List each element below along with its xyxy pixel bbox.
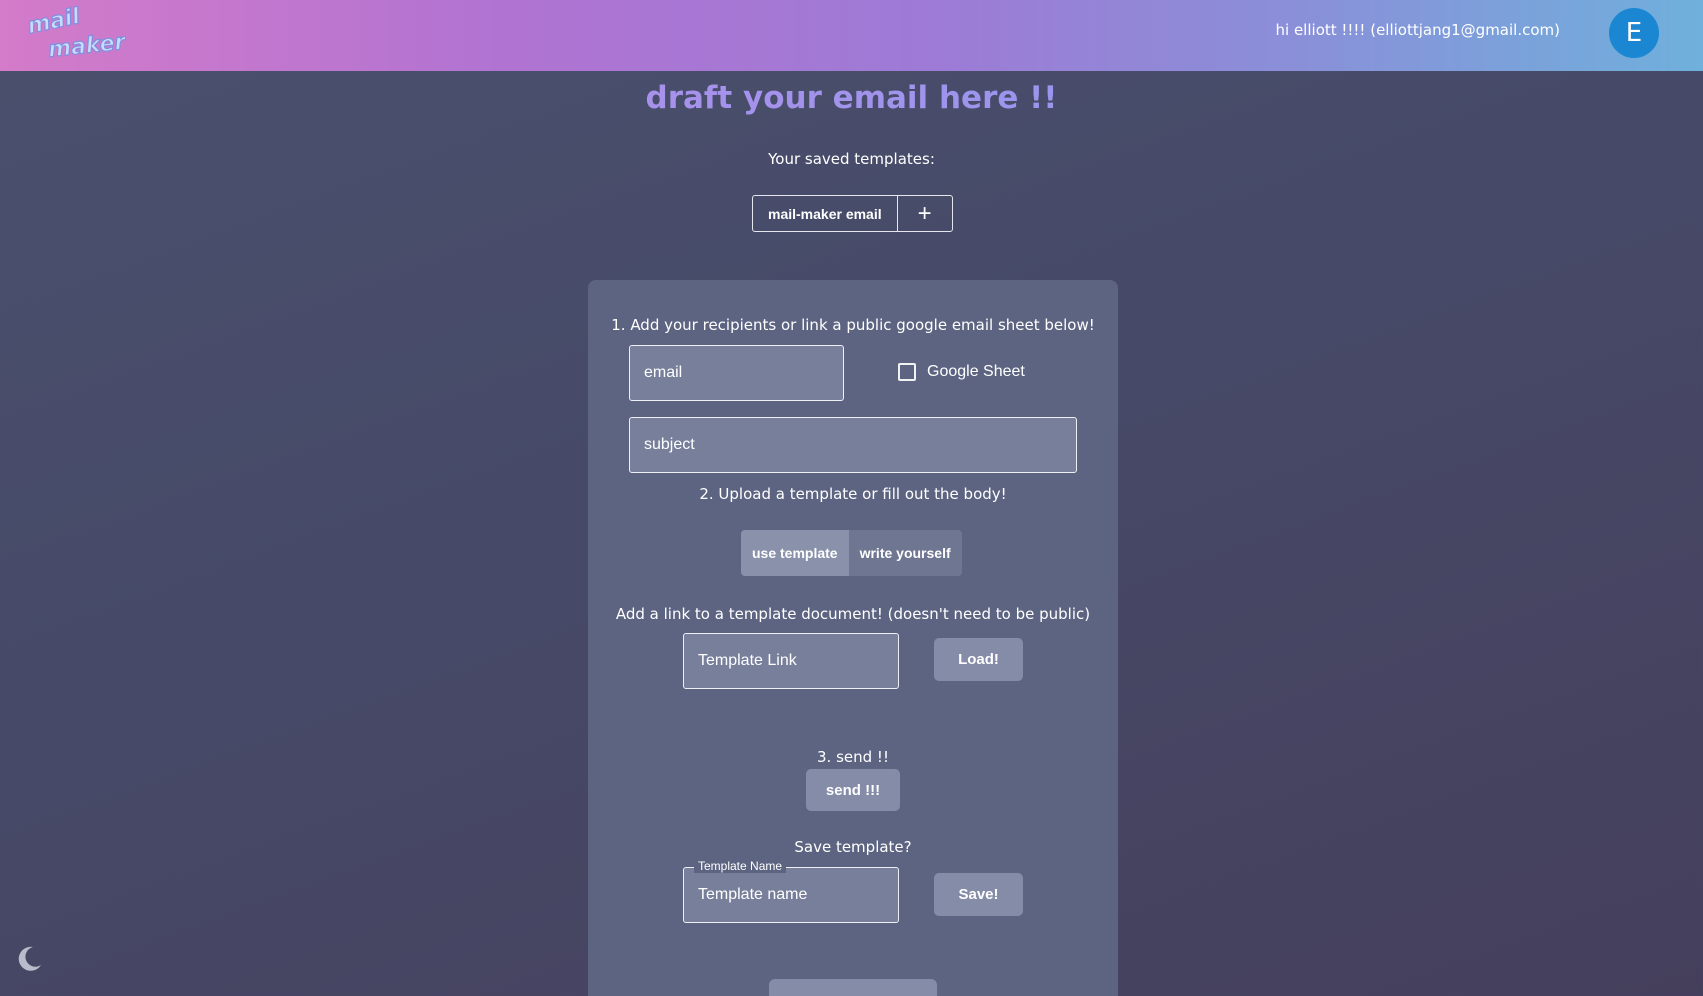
moon-icon[interactable] [14, 944, 44, 974]
write-yourself-toggle[interactable]: write yourself [849, 530, 962, 576]
step3-instruction: 3. send !! [817, 748, 889, 766]
body-mode-toggle: use template write yourself [741, 530, 962, 576]
add-template-button[interactable]: + [896, 196, 952, 231]
bottom-action-button[interactable] [769, 979, 937, 996]
template-link-placeholder: Template Link [698, 652, 797, 669]
save-template-prompt: Save template? [794, 838, 912, 856]
step1-instruction: 1. Add your recipients or link a public … [611, 316, 1095, 334]
use-template-toggle[interactable]: use template [741, 530, 849, 576]
subject-placeholder: subject [644, 436, 695, 453]
subject-input[interactable]: subject [629, 417, 1077, 473]
plus-icon: + [917, 199, 932, 227]
user-avatar[interactable]: E [1609, 8, 1659, 58]
user-greeting: hi elliott !!!! (elliottjang1@gmail.com) [1275, 21, 1560, 39]
svg-text:maker: maker [47, 30, 126, 60]
google-sheet-checkbox[interactable] [898, 363, 916, 381]
load-button[interactable]: Load! [934, 638, 1023, 681]
page-title: draft your email here !! [0, 80, 1703, 116]
saved-templates-label: Your saved templates: [768, 150, 935, 168]
top-bar: mail maker hi elliott !!!! (elliottjang1… [0, 0, 1703, 71]
template-name-label: Template Name [694, 859, 787, 873]
saved-template-button[interactable]: mail-maker email [753, 196, 897, 231]
template-name-input[interactable]: Template Name Template name [683, 859, 899, 923]
template-link-input[interactable]: Template Link [683, 633, 899, 689]
google-sheet-label: Google Sheet [927, 363, 1025, 380]
mail-maker-logo[interactable]: mail maker [26, 6, 126, 60]
saved-templates-group: mail-maker email + [752, 195, 953, 232]
template-name-placeholder: Template name [698, 886, 808, 903]
template-link-hint: Add a link to a template document! (does… [615, 605, 1091, 623]
email-form-card: 1. Add your recipients or link a public … [588, 280, 1118, 996]
email-placeholder: email [644, 364, 683, 381]
email-input[interactable]: email [629, 345, 844, 401]
google-sheet-option[interactable]: Google Sheet [898, 363, 1025, 381]
send-button[interactable]: send !!! [806, 769, 900, 811]
step2-instruction: 2. Upload a template or fill out the bod… [699, 485, 1007, 503]
save-button[interactable]: Save! [934, 873, 1023, 916]
